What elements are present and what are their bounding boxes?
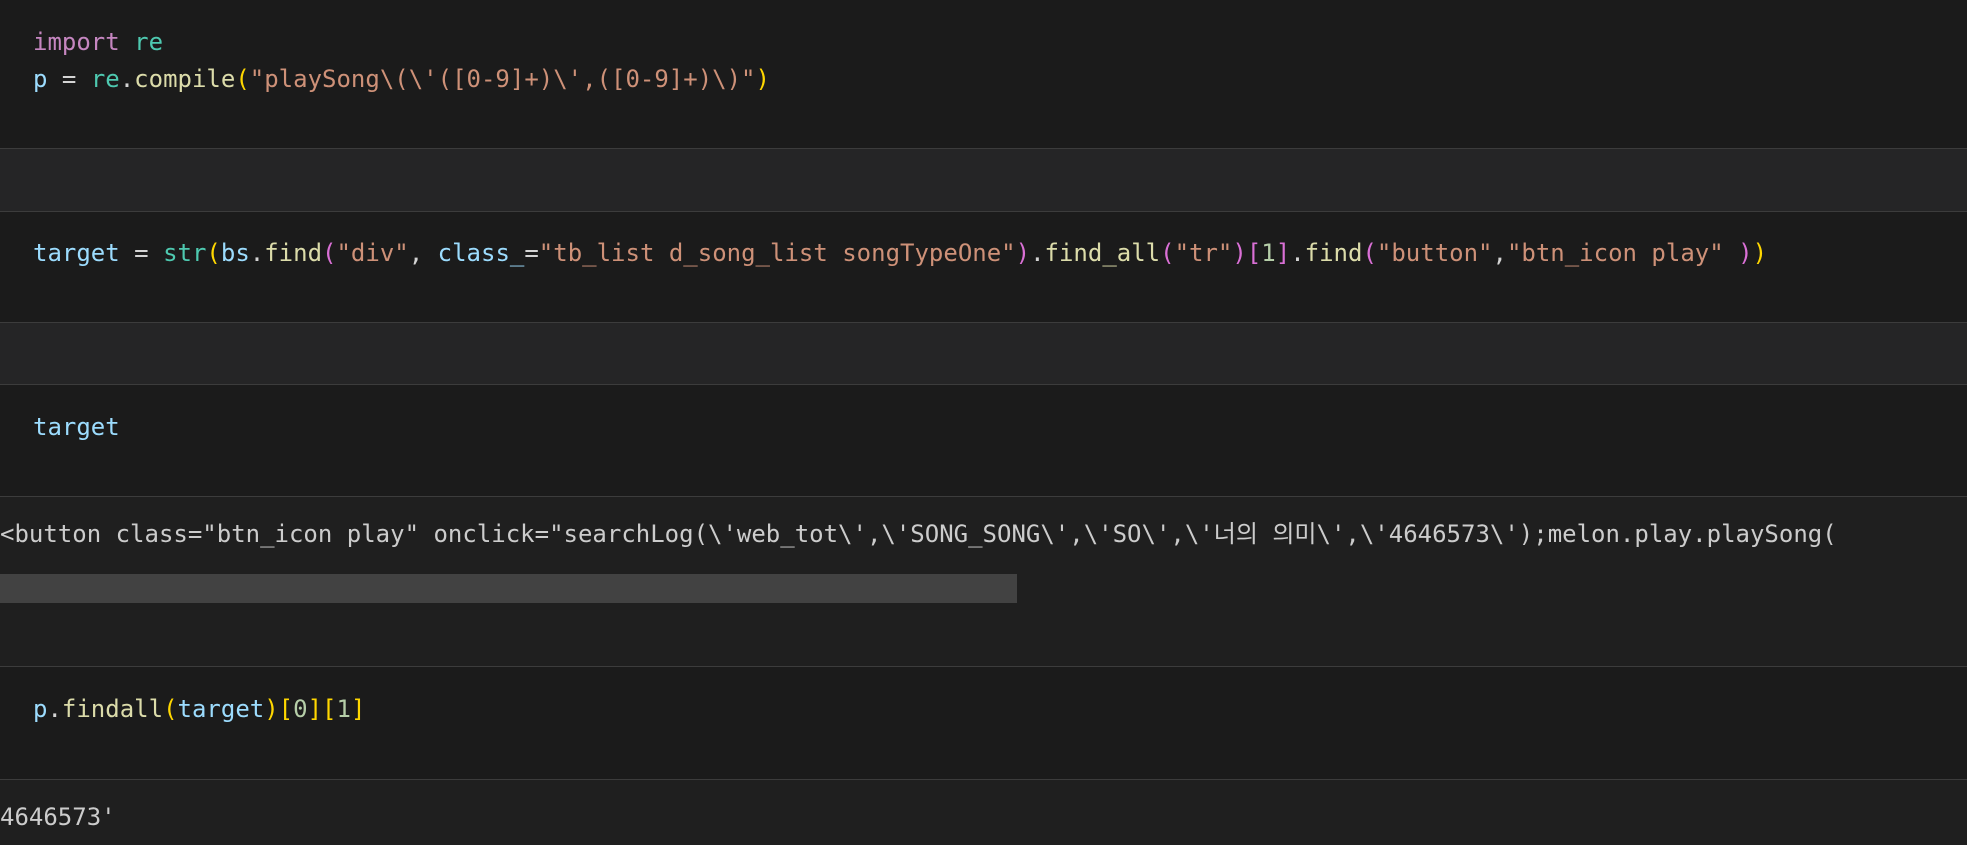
cell-spacer	[0, 149, 1967, 211]
code-cell-1[interactable]: import re p = re.compile("playSong\(\'([…	[0, 0, 1967, 148]
code-token: p	[33, 65, 48, 93]
code-token: re	[134, 28, 164, 56]
code-line: target = str(bs.find("div", class_="tb_l…	[33, 241, 1767, 265]
code-token: (	[163, 695, 178, 723]
cell-spacer	[0, 323, 1967, 384]
code-line: p = re.compile("playSong\(\'([0-9]+)\',(…	[33, 67, 770, 91]
code-line: p.findall(target)[0][1]	[33, 697, 365, 721]
code-token: import	[33, 28, 120, 56]
code-token: "button"	[1376, 239, 1493, 267]
code-token: [	[322, 695, 337, 723]
code-cell-2[interactable]: target = str(bs.find("div", class_="tb_l…	[0, 212, 1967, 322]
code-token: findall	[61, 695, 164, 723]
code-token: (	[322, 239, 337, 267]
code-token: (	[235, 65, 250, 93]
horizontal-scrollbar-thumb[interactable]	[0, 574, 1017, 603]
code-token: str	[163, 239, 207, 267]
code-token: [	[1246, 239, 1262, 267]
code-token: )	[264, 695, 279, 723]
code-token: find	[264, 239, 323, 267]
code-token: )	[1232, 239, 1247, 267]
code-token: (	[1160, 239, 1175, 267]
code-token: bs	[220, 239, 250, 267]
output-text: <button class="btn_icon play" onclick="s…	[0, 520, 1837, 548]
code-cell-4[interactable]: p.findall(target)[0][1]	[0, 667, 1967, 779]
code-token: p	[33, 695, 48, 723]
output-text: 4646573'	[0, 803, 116, 831]
code-token: [	[278, 695, 294, 723]
code-token: .	[1290, 239, 1305, 267]
code-token: target	[177, 695, 265, 723]
code-token: target	[33, 413, 120, 441]
code-token: .	[1030, 239, 1045, 267]
code-token: compile	[134, 65, 236, 93]
code-token: re	[90, 65, 120, 93]
code-token: )	[1752, 239, 1768, 267]
code-token: target	[33, 239, 120, 267]
code-token: "btn_icon play"	[1506, 239, 1724, 267]
code-token: ]	[350, 695, 366, 723]
code-token: =	[524, 239, 539, 267]
code-token: 1	[336, 695, 351, 723]
code-token: )	[1738, 239, 1753, 267]
code-token: (	[1362, 239, 1377, 267]
code-token: .	[249, 239, 265, 267]
code-token: "tb_list d_song_list songTypeOne"	[538, 239, 1016, 267]
code-token: ,	[1492, 239, 1507, 267]
code-token: ,	[408, 239, 438, 267]
cell-output-2: 4646573'	[0, 780, 1967, 845]
code-token: "tr"	[1174, 239, 1233, 267]
code-token: )	[755, 65, 770, 93]
code-token: class_	[437, 239, 525, 267]
code-cell-3[interactable]: target	[0, 385, 1967, 496]
code-token: .	[47, 695, 62, 723]
code-token: "div"	[336, 239, 409, 267]
code-token: "playSong\(\'([0-9]+)\',([0-9]+)\)"	[249, 65, 756, 93]
code-line: target	[33, 415, 120, 439]
code-line: import re	[33, 30, 163, 54]
code-token: =	[47, 65, 91, 93]
code-token: =	[119, 239, 164, 267]
code-token: find	[1304, 239, 1363, 267]
code-token: ]	[307, 695, 323, 723]
code-token: .	[119, 65, 135, 93]
cell-output-1: <button class="btn_icon play" onclick="s…	[0, 497, 1967, 666]
code-token: 0	[293, 695, 308, 723]
code-token: )	[1015, 239, 1031, 267]
code-token: ]	[1275, 239, 1291, 267]
code-token: (	[206, 239, 221, 267]
code-token: 1	[1261, 239, 1276, 267]
code-token: find_all	[1044, 239, 1161, 267]
